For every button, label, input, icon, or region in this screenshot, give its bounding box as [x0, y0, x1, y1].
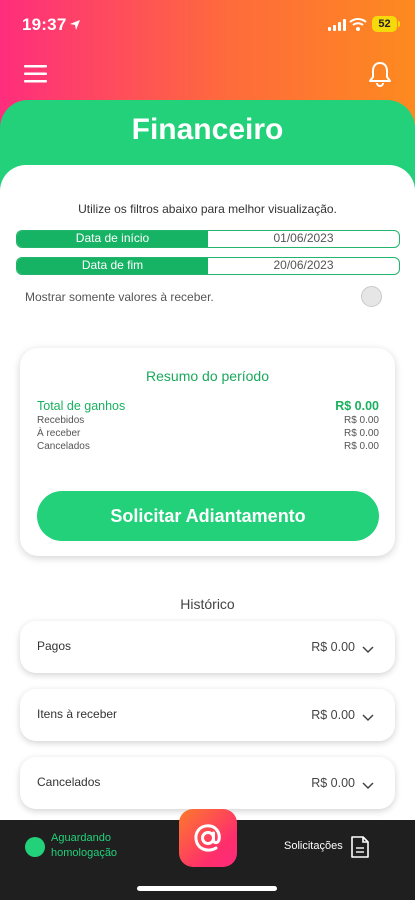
menu-icon[interactable] [24, 63, 48, 85]
history-item-label: Itens à receber [37, 707, 118, 721]
summary-row-total: Total de ganhos R$ 0.00 [37, 399, 379, 413]
history-item-label: Cancelados [37, 775, 101, 789]
status-bar: 19:37 52 [0, 0, 415, 52]
bell-icon[interactable] [367, 60, 393, 88]
history-item-value: R$ 0.00 [311, 708, 355, 722]
start-date-value[interactable]: 01/06/2023 [208, 231, 399, 247]
summary-row-received: Recebidos R$ 0.00 [37, 415, 379, 426]
chevron-down-icon[interactable] [362, 641, 374, 659]
filters-hint: Utilize os filtros abaixo para melhor vi… [78, 202, 337, 216]
page-title: Financeiro [131, 113, 284, 146]
summary-row-value: R$ 0.00 [343, 441, 379, 452]
history-title: Histórico [180, 596, 235, 612]
cellular-signal-icon [328, 18, 346, 36]
history-item-cancelled[interactable]: Cancelados R$ 0.00 [20, 757, 395, 809]
receivables-only-toggle[interactable] [361, 286, 382, 307]
period-summary-card: Resumo do período Total de ganhos R$ 0.0… [20, 348, 395, 556]
chevron-down-icon[interactable] [362, 777, 374, 795]
center-action-button[interactable] [179, 809, 237, 867]
request-advance-button[interactable]: Solicitar Adiantamento [37, 491, 379, 541]
end-date-label: Data de fim [17, 258, 208, 274]
summary-row-label: Total de ganhos [37, 399, 126, 413]
status-time: 19:37 [22, 15, 67, 34]
summary-row-cancelled: Cancelados R$ 0.00 [37, 441, 379, 452]
start-date-label: Data de início [17, 231, 208, 247]
status-dot-icon [25, 837, 45, 857]
document-icon[interactable] [350, 835, 370, 864]
summary-row-label: Cancelados [37, 441, 90, 452]
history-item-value: R$ 0.00 [311, 776, 355, 790]
at-sign-icon [191, 821, 225, 860]
approval-status-text: Aguardando homologação [51, 832, 118, 859]
requests-nav-label[interactable]: Solicitações [284, 840, 343, 852]
history-item-label: Pagos [37, 639, 72, 653]
receivables-only-label: Mostrar somente valores à receber. [25, 290, 214, 304]
end-date-filter[interactable]: Data de fim 20/06/2023 [16, 257, 400, 275]
summary-row-value: R$ 0.00 [343, 415, 379, 426]
history-item-value: R$ 0.00 [311, 640, 355, 654]
summary-title: Resumo do período [146, 368, 269, 384]
content-panel: Utilize os filtros abaixo para melhor vi… [0, 165, 415, 820]
summary-row-label: À receber [37, 428, 81, 439]
summary-row-value: R$ 0.00 [335, 399, 379, 413]
wifi-icon [349, 17, 367, 36]
summary-row-label: Recebidos [37, 415, 85, 426]
home-indicator [137, 886, 277, 891]
history-item-paid[interactable]: Pagos R$ 0.00 [20, 621, 395, 673]
end-date-value[interactable]: 20/06/2023 [208, 258, 399, 274]
summary-row-value: R$ 0.00 [343, 428, 379, 439]
battery-indicator: 52 [372, 16, 397, 32]
history-item-receivable[interactable]: Itens à receber R$ 0.00 [20, 689, 395, 741]
start-date-filter[interactable]: Data de início 01/06/2023 [16, 230, 400, 248]
summary-row-receivable: À receber R$ 0.00 [37, 428, 379, 439]
chevron-down-icon[interactable] [362, 709, 374, 727]
location-arrow-icon [69, 18, 81, 36]
battery-tip [398, 21, 400, 27]
